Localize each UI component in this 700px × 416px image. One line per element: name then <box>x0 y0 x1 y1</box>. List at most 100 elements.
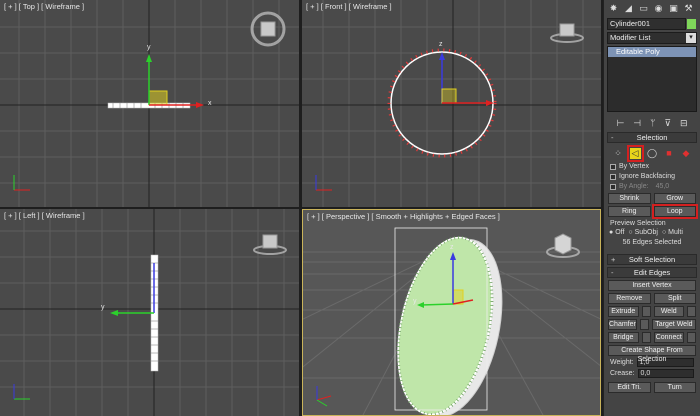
panel-tabs: ✸ ◢ ▭ ◉ ▣ ⚒ <box>604 0 700 16</box>
by-angle-checkbox[interactable]: By Angle: 45,0 <box>610 182 694 191</box>
make-unique-icon[interactable]: ᛘ <box>650 118 655 128</box>
chamfer-settings-button[interactable] <box>639 319 649 330</box>
collapse-icon: - <box>611 133 614 142</box>
crease-label: Crease: <box>610 370 635 377</box>
preview-off-label: Off <box>615 229 625 236</box>
viewcube-perspective[interactable] <box>546 233 580 258</box>
gizmo-y-axis[interactable] <box>420 303 454 306</box>
viewport-label-top[interactable]: [ + ] [ Top ] [ Wireframe ] <box>4 2 84 11</box>
selection-title: Selection <box>636 133 668 142</box>
axis-label-y: y <box>101 304 105 311</box>
world-axis-tripod <box>316 386 332 407</box>
target-weld-button[interactable]: Target Weld <box>651 319 696 330</box>
axis-label-z: z <box>439 41 443 48</box>
grid-left <box>0 209 299 416</box>
chamfer-button[interactable]: Chamfer <box>608 319 637 330</box>
bridge-settings-button[interactable] <box>641 332 651 343</box>
modify-tab-icon[interactable]: ◢ <box>622 3 635 14</box>
turn-button[interactable]: Turn <box>653 382 696 393</box>
viewport-top[interactable]: [ + ] [ Top ] [ Wireframe ] x y <box>0 0 299 207</box>
preview-selection-options: ● Off ○ SubObj ○ Multi <box>609 229 695 236</box>
stack-item-label: Editable Poly <box>616 47 660 56</box>
polygon-level-icon[interactable]: ■ <box>664 148 675 159</box>
edit-tri-button[interactable]: Edit Tri. <box>608 382 651 393</box>
show-end-result-icon[interactable]: ⊣ <box>633 118 641 128</box>
chevron-down-icon: ▾ <box>686 33 696 43</box>
crease-spinner: Crease: 0,0 <box>610 369 694 378</box>
viewcube-left[interactable] <box>253 234 287 255</box>
by-vertex-label: By Vertex <box>619 163 649 170</box>
split-button[interactable]: Split <box>653 293 696 304</box>
preview-subobj-radio[interactable]: ○ SubObj <box>628 229 658 236</box>
remove-button[interactable]: Remove <box>608 293 651 304</box>
extrude-button[interactable]: Extrude <box>608 306 639 317</box>
viewport-front[interactable]: [ + ] [ Front ] [ Wireframe ] z <box>302 0 601 207</box>
by-angle-value[interactable]: 45,0 <box>656 183 670 190</box>
viewport-perspective[interactable]: [ + ] [ Perspective ] [ Smooth + Highlig… <box>302 209 601 416</box>
selection-status: 56 Edges Selected <box>622 239 682 246</box>
preview-selection-label: Preview Selection <box>610 220 666 227</box>
by-vertex-checkbox[interactable]: By Vertex <box>610 162 694 171</box>
ring-button[interactable]: Ring <box>608 206 651 217</box>
extrude-settings-button[interactable] <box>641 306 651 317</box>
edge-level-icon[interactable]: ◁ <box>626 144 644 162</box>
modifier-stack[interactable]: Editable Poly <box>607 46 697 112</box>
grow-button[interactable]: Grow <box>653 193 696 204</box>
viewport-label-left[interactable]: [ + ] [ Left ] [ Wireframe ] <box>4 211 85 220</box>
display-tab-icon[interactable]: ▣ <box>667 3 680 14</box>
cylinder-perspective <box>394 227 503 415</box>
modifier-list-dropdown[interactable]: Modifier List ▾ <box>607 32 697 44</box>
utilities-tab-icon[interactable]: ⚒ <box>682 3 695 14</box>
preview-multi-radio[interactable]: ○ Multi <box>662 229 683 236</box>
insert-vertex-button[interactable]: Insert Vertex <box>608 280 696 291</box>
bridge-button[interactable]: Bridge <box>608 332 639 343</box>
preview-multi-label: Multi <box>668 229 683 236</box>
by-angle-label: By Angle: <box>619 183 649 190</box>
crease-input[interactable]: 0,0 <box>637 369 694 378</box>
viewport-label-perspective[interactable]: [ + ] [ Perspective ] [ Smooth + Highlig… <box>307 212 500 221</box>
expand-icon: + <box>611 255 616 264</box>
motion-tab-icon[interactable]: ◉ <box>652 3 665 14</box>
ignore-backfacing-checkbox[interactable]: Ignore Backfacing <box>610 172 694 181</box>
soft-selection-title: Soft Selection <box>628 255 676 264</box>
object-name: Cylinder001 <box>610 19 651 28</box>
preview-off-radio[interactable]: ● Off <box>609 229 624 236</box>
axis-label-z: z <box>450 244 454 251</box>
stack-item-editable-poly[interactable]: Editable Poly <box>608 47 696 57</box>
viewport-label-front[interactable]: [ + ] [ Front ] [ Wireframe ] <box>306 2 392 11</box>
weight-label: Weight: <box>610 359 634 366</box>
configure-sets-icon[interactable]: ⊟ <box>680 118 688 128</box>
viewport-left[interactable]: [ + ] [ Left ] [ Wireframe ] y <box>0 209 299 416</box>
command-panel: ✸ ◢ ▭ ◉ ▣ ⚒ Cylinder001 Modifier List ▾ … <box>603 0 700 416</box>
axis-label-x: x <box>208 100 212 107</box>
modifier-list-label: Modifier List <box>610 33 651 42</box>
create-shape-button[interactable]: Create Shape From Selection <box>608 345 696 363</box>
shrink-button[interactable]: Shrink <box>608 193 651 204</box>
axis-label-y: y <box>413 298 417 305</box>
remove-modifier-icon[interactable]: ⊽ <box>664 118 671 128</box>
edit-edges-title: Edit Edges <box>633 268 671 277</box>
weld-settings-button[interactable] <box>687 306 696 317</box>
object-name-field[interactable]: Cylinder001 <box>607 18 696 30</box>
pin-stack-icon[interactable]: ⊢ <box>616 118 624 128</box>
connect-button[interactable]: Connect <box>653 332 684 343</box>
preview-subobj-label: SubObj <box>634 229 658 236</box>
create-tab-icon[interactable]: ✸ <box>607 3 620 14</box>
axis-label-y: y <box>147 44 151 51</box>
loop-button[interactable]: Loop <box>651 204 698 219</box>
soft-selection-rollout-header[interactable]: + Soft Selection <box>607 254 697 265</box>
subobject-levels: ⁘ ◁ ◯ ■ ◆ <box>604 144 700 162</box>
grid-top <box>0 0 299 207</box>
selection-rollout-header[interactable]: - Selection <box>607 132 697 143</box>
hierarchy-tab-icon[interactable]: ▭ <box>637 3 650 14</box>
weld-button[interactable]: Weld <box>653 306 684 317</box>
element-level-icon[interactable]: ◆ <box>681 148 692 159</box>
world-axis-tripod <box>13 384 30 400</box>
edit-edges-rollout-header[interactable]: - Edit Edges <box>607 267 697 278</box>
vertex-level-icon[interactable]: ⁘ <box>613 148 624 159</box>
connect-settings-button[interactable] <box>687 332 696 343</box>
border-level-icon[interactable]: ◯ <box>647 148 658 159</box>
collapse-icon: - <box>611 268 614 277</box>
ignore-backfacing-label: Ignore Backfacing <box>619 173 676 180</box>
object-color-swatch[interactable] <box>687 19 696 29</box>
